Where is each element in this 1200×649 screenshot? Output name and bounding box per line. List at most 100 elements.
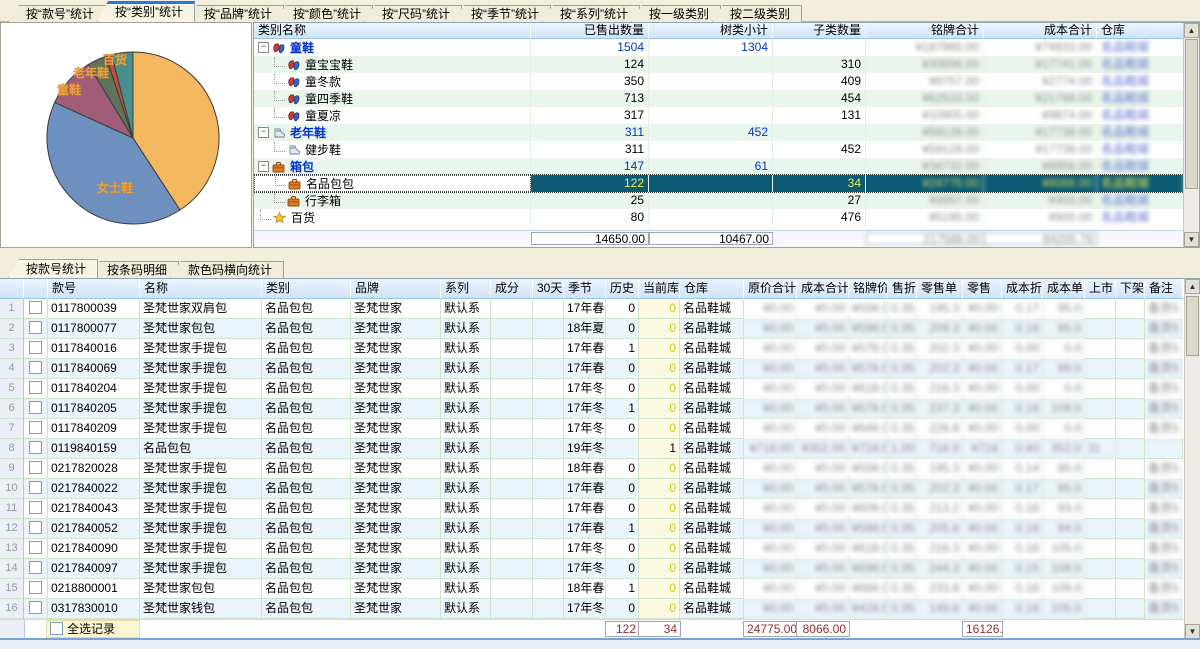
tab-by-color[interactable]: 按“颜色”统计: [275, 5, 373, 22]
tab-style-no-stats[interactable]: 按款号统计: [8, 259, 98, 278]
grid-col-header-stock[interactable]: 当前库: [639, 279, 680, 299]
select-all-checkbox[interactable]: [50, 622, 63, 635]
grid-row-0217840022[interactable]: 100217840022圣梵世家手提包名品包包圣梵世家默认系17年春00名品鞋城…: [0, 479, 1183, 499]
grid-col-header-orig[interactable]: 原价合计: [744, 279, 797, 299]
row-checkbox[interactable]: [29, 581, 42, 594]
tree-row-童夏凉[interactable]: 童夏凉317131¥10905.00¥9874.00名品鞋城: [254, 107, 1184, 124]
grid-row-0217840043[interactable]: 110217840043圣梵世家手提包名品包包圣梵世家默认系17年春00名品鞋城…: [0, 499, 1183, 519]
tree-row-行李箱[interactable]: 行李箱2527¥9957.00¥403.00名品鞋城: [254, 192, 1184, 209]
tree-col-header-tag[interactable]: 铭牌合计: [866, 23, 984, 39]
tab-by-style-no[interactable]: 按“款号”统计: [8, 5, 106, 22]
row-checkbox[interactable]: [29, 341, 42, 354]
grid-col-header-retail[interactable]: 零售: [963, 279, 1002, 299]
grid-col-header-code[interactable]: 款号: [48, 279, 140, 299]
row-checkbox[interactable]: [29, 501, 42, 514]
tree-row-童冬款[interactable]: 童冬款350409¥9757.00¥2774.00名品鞋城: [254, 73, 1184, 90]
grid-row-0117840209[interactable]: 70117840209圣梵世家手提包名品包包圣梵世家默认系17年冬00名品鞋城¥…: [0, 419, 1183, 439]
tree-row-箱包[interactable]: −箱包14761¥34732.00¥8956.00名品鞋城: [254, 158, 1184, 175]
tree-col-header-cost[interactable]: 成本合计: [984, 23, 1097, 39]
row-checkbox[interactable]: [29, 461, 42, 474]
grid-row-0217840090[interactable]: 130217840090圣梵世家手提包名品包包圣梵世家默认系17年冬00名品鞋城…: [0, 539, 1183, 559]
grid-col-header-name[interactable]: 名称: [140, 279, 262, 299]
row-checkbox[interactable]: [29, 381, 42, 394]
tree-col-header-subcount[interactable]: 子类数量: [773, 23, 866, 39]
tree-row-童鞋[interactable]: −童鞋15041304¥187965.00¥74933.00名品鞋城: [254, 39, 1184, 56]
collapse-icon[interactable]: −: [258, 127, 269, 138]
grid-col-header-cunit[interactable]: 成本单: [1043, 279, 1085, 299]
row-checkbox[interactable]: [29, 441, 42, 454]
tab-barcode-detail[interactable]: 按条码明细: [89, 261, 179, 278]
tree-col-header-sold[interactable]: 已售出数量: [531, 23, 649, 39]
grid-cell-num: 3: [0, 339, 24, 359]
grid-col-header-series[interactable]: 系列: [441, 279, 491, 299]
collapse-icon[interactable]: −: [258, 161, 269, 172]
grid-vertical-scrollbar[interactable]: ▲▼: [1184, 279, 1200, 639]
row-checkbox[interactable]: [29, 321, 42, 334]
grid-row-0217840052[interactable]: 120217840052圣梵世家手提包名品包包圣梵世家默认系17年春10名品鞋城…: [0, 519, 1183, 539]
tab-by-series[interactable]: 按“系列”统计: [542, 5, 640, 22]
scroll-down-icon[interactable]: ▼: [1185, 624, 1200, 639]
grid-row-0117800039[interactable]: 10117800039圣梵世家双肩包名品包包圣梵世家默认系17年春00名品鞋城¥…: [0, 299, 1183, 319]
grid-col-header-cdisc[interactable]: 成本折: [1002, 279, 1043, 299]
grid-row-0218800001[interactable]: 150218800001圣梵世家包包名品包包圣梵世家默认系18年春10名品鞋城¥…: [0, 579, 1183, 599]
row-checkbox[interactable]: [29, 361, 42, 374]
grid-col-header-store[interactable]: 仓库: [680, 279, 744, 299]
tree-col-header-subtotal[interactable]: 树类小计: [649, 23, 773, 39]
row-checkbox[interactable]: [29, 401, 42, 414]
scroll-up-icon[interactable]: ▲: [1184, 23, 1199, 38]
grid-col-header-tag[interactable]: 铭牌价: [849, 279, 888, 299]
tab-by-size[interactable]: 按“尺码”统计: [364, 5, 462, 22]
collapse-icon[interactable]: −: [258, 42, 269, 53]
tree-row-童四季鞋[interactable]: 童四季鞋713454¥62533.00¥21766.00名品鞋城: [254, 90, 1184, 107]
tree-row-老年鞋[interactable]: −老年鞋311452¥59128.00¥17738.00名品鞋城: [254, 124, 1184, 141]
tab-style-color-size-matrix[interactable]: 款色码横向统计: [170, 261, 284, 278]
grid-row-0217820028[interactable]: 90217820028圣梵世家手提包名品包包圣梵世家默认系18年春00名品鞋城¥…: [0, 459, 1183, 479]
grid-col-header-blank: [0, 279, 24, 299]
tree-vertical-scrollbar[interactable]: ▲▼: [1183, 23, 1199, 247]
grid-col-header-comp[interactable]: 成分: [491, 279, 533, 299]
row-checkbox[interactable]: [29, 521, 42, 534]
tree-row-名品包包[interactable]: 名品包包12234¥24775.00¥8066.00名品鞋城: [254, 175, 1184, 192]
select-all-records[interactable]: 全选记录: [46, 620, 140, 638]
grid-row-0117840016[interactable]: 30117840016圣梵世家手提包名品包包圣梵世家默认系17年春10名品鞋城¥…: [0, 339, 1183, 359]
grid-col-header-d30[interactable]: 30天: [533, 279, 564, 299]
grid-col-header-down[interactable]: 下架: [1116, 279, 1145, 299]
grid-row-0317830010[interactable]: 160317830010圣梵世家钱包名品包包圣梵世家默认系17年冬00名品鞋城¥…: [0, 599, 1183, 619]
grid-col-header-hist[interactable]: 历史: [606, 279, 639, 299]
tab-by-category[interactable]: 按“类别”统计: [97, 1, 195, 22]
scroll-down-icon[interactable]: ▼: [1184, 232, 1199, 247]
tab-by-season[interactable]: 按“季节”统计: [453, 5, 551, 22]
tree-col-header-store[interactable]: 仓库: [1097, 23, 1184, 39]
grid-col-header-cost[interactable]: 成本合计: [797, 279, 849, 299]
tab-by-brand[interactable]: 按“品牌”统计: [186, 5, 284, 22]
scroll-thumb[interactable]: [1185, 39, 1198, 189]
grid-col-header-brand[interactable]: 品牌: [351, 279, 441, 299]
row-checkbox[interactable]: [29, 481, 42, 494]
grid-col-header-up[interactable]: 上市: [1085, 279, 1116, 299]
tree-row-童宝宝鞋[interactable]: 童宝宝鞋124310¥30896.00¥17741.00名品鞋城: [254, 56, 1184, 73]
grid-col-header-note[interactable]: 备注: [1145, 279, 1183, 299]
grid-row-0117840204[interactable]: 50117840204圣梵世家手提包名品包包圣梵世家默认系17年冬00名品鞋城¥…: [0, 379, 1183, 399]
tab-by-level1-category[interactable]: 按一级类别: [631, 5, 721, 22]
grid-col-header-cat[interactable]: 类别: [262, 279, 351, 299]
tree-row-健步鞋[interactable]: 健步鞋311452¥59128.00¥17738.00名品鞋城: [254, 141, 1184, 158]
tab-by-level2-category[interactable]: 按二级类别: [712, 5, 802, 22]
grid-col-header-season[interactable]: 季节: [564, 279, 606, 299]
tree-row-百货[interactable]: 百货80476¥5195.00¥900.00名品鞋城: [254, 209, 1184, 226]
tree-col-header-name[interactable]: 类别名称: [254, 23, 531, 39]
grid-col-header-disc[interactable]: 售折: [888, 279, 917, 299]
grid-row-0117800077[interactable]: 20117800077圣梵世家包包名品包包圣梵世家默认系18年夏00名品鞋城¥0…: [0, 319, 1183, 339]
grid-row-0119840159[interactable]: 80119840159名品包包名品包包圣梵世家默认系19年冬1名品鞋城¥718.…: [0, 439, 1183, 459]
row-checkbox[interactable]: [29, 601, 42, 614]
grid-row-0117840205[interactable]: 60117840205圣梵世家手提包名品包包圣梵世家默认系17年冬10名品鞋城¥…: [0, 399, 1183, 419]
scroll-thumb[interactable]: [1186, 296, 1199, 356]
pane-splitter[interactable]: [0, 248, 1200, 258]
grid-row-0117840069[interactable]: 40117840069圣梵世家手提包名品包包圣梵世家默认系17年春00名品鞋城¥…: [0, 359, 1183, 379]
grid-row-0217840097[interactable]: 140217840097圣梵世家手提包名品包包圣梵世家默认系17年冬00名品鞋城…: [0, 559, 1183, 579]
row-checkbox[interactable]: [29, 421, 42, 434]
row-checkbox[interactable]: [29, 301, 42, 314]
grid-col-header-runit[interactable]: 零售单: [917, 279, 963, 299]
row-checkbox[interactable]: [29, 541, 42, 554]
row-checkbox[interactable]: [29, 561, 42, 574]
scroll-up-icon[interactable]: ▲: [1185, 279, 1200, 294]
